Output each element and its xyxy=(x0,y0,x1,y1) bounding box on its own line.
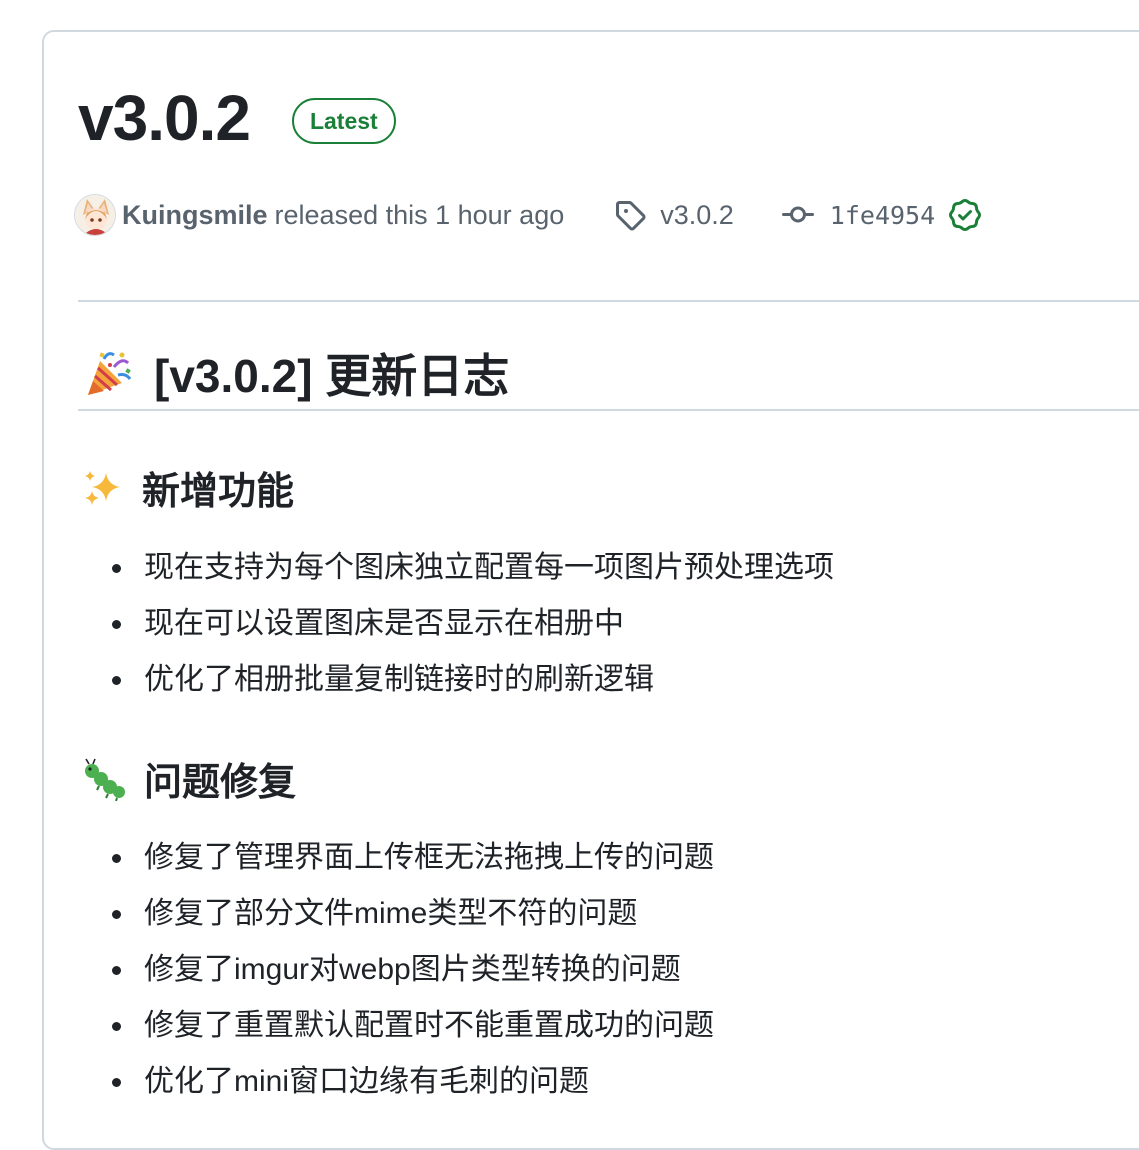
tag-icon xyxy=(616,201,646,231)
party-popper-icon xyxy=(88,352,132,395)
heading-divider xyxy=(78,409,1139,411)
sparkles-icon xyxy=(85,470,120,505)
list-item: 现在可以设置图床是否显示在相册中 xyxy=(112,596,834,652)
tag-link[interactable]: v3.0.2 xyxy=(614,199,734,231)
fixes-list: 修复了管理界面上传框无法拖拽上传的问题 修复了部分文件mime类型不符的问题 修… xyxy=(112,830,714,1110)
avatar[interactable] xyxy=(74,194,116,236)
features-list: 现在支持为每个图床独立配置每一项图片预处理选项 现在可以设置图床是否显示在相册中… xyxy=(112,540,834,708)
verified-icon[interactable] xyxy=(949,199,982,231)
list-item: 修复了管理界面上传框无法拖拽上传的问题 xyxy=(112,830,714,886)
released-time: released this 1 hour ago xyxy=(274,199,565,230)
notes-title: [v3.0.2] 更新日志 xyxy=(154,350,510,402)
list-item: 修复了imgur对webp图片类型转换的问题 xyxy=(112,942,714,998)
release-title[interactable]: v3.0.2 xyxy=(78,80,251,156)
section-heading-fixes: 问题修复 xyxy=(82,751,296,806)
notes-heading: [v3.0.2] 更新日志 xyxy=(84,340,509,406)
commit-link[interactable]: 1fe4954 xyxy=(781,199,997,231)
list-item: 现在支持为每个图床独立配置每一项图片预处理选项 xyxy=(112,540,834,596)
git-commit-icon xyxy=(781,206,814,223)
tag-label: v3.0.2 xyxy=(660,199,734,230)
bug-icon xyxy=(85,758,125,801)
commit-sha: 1fe4954 xyxy=(829,200,936,230)
list-item: 修复了部分文件mime类型不符的问题 xyxy=(112,886,714,942)
list-item: 优化了mini窗口边缘有毛刺的问题 xyxy=(112,1054,714,1110)
release-meta: Kuingsmile released this 1 hour ago v3.0… xyxy=(74,194,997,236)
section-heading-features: 新增功能 xyxy=(82,460,294,515)
fixes-title: 问题修复 xyxy=(144,762,297,804)
meta-divider xyxy=(78,300,1139,302)
release-card: v3.0.2 Latest Kuingsmile released this 1… xyxy=(42,30,1139,1150)
list-item: 修复了重置默认配置时不能重置成功的问题 xyxy=(112,998,714,1054)
release-header: v3.0.2 Latest xyxy=(78,80,396,156)
features-title: 新增功能 xyxy=(142,471,295,513)
list-item: 优化了相册批量复制链接时的刷新逻辑 xyxy=(112,652,834,708)
latest-badge: Latest xyxy=(291,98,396,144)
author-link[interactable]: Kuingsmile xyxy=(122,200,268,231)
